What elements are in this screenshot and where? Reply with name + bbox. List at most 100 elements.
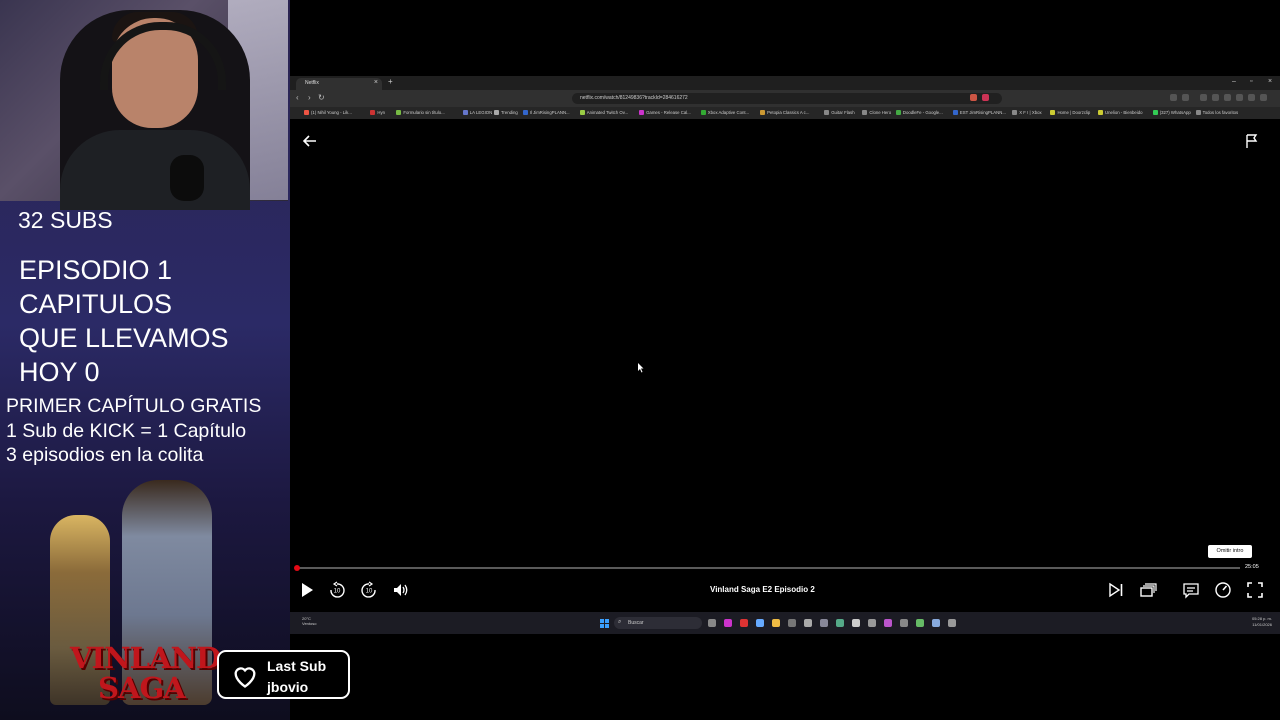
taskbar-app-icon[interactable] [932,619,940,627]
taskbar-app-icon[interactable] [836,619,844,627]
bookmark-favicon-icon [1098,110,1104,116]
svg-text:10: 10 [366,589,373,595]
bookmark-item[interactable]: Trending [493,110,518,116]
playback-speed-icon[interactable] [1214,581,1232,599]
menu-icon[interactable] [1260,94,1267,101]
split-view-icon[interactable] [1212,94,1219,101]
url-field[interactable]: netflix.com/watch/81249836?trackId=28461… [572,93,1002,104]
progress-bar[interactable] [294,565,1240,571]
downloads-icon[interactable] [1200,94,1207,101]
search-icon: ⌕ [618,619,622,625]
bookmark-item[interactable]: Todos los favoritos [1195,110,1238,116]
bookmark-favicon-icon [700,110,706,116]
taskbar-app-icon[interactable] [884,619,892,627]
bookmark-favicon-icon [1152,110,1158,116]
next-episode-icon[interactable] [1107,581,1125,599]
netflix-player[interactable]: Omitir intro 25:05 10 10 Vinland Saga E2… [290,119,1280,612]
bookmark-item[interactable]: (327) WhatsApp [1152,110,1191,116]
fullscreen-icon[interactable] [1246,581,1264,599]
bookmark-item[interactable]: DoodleFe - Google... [895,110,943,116]
bookmark-favicon-icon [370,110,376,116]
subtitles-icon[interactable] [1182,581,1200,599]
bookmark-item[interactable]: X F I | Xbox [1012,110,1042,116]
taskbar-app-icon[interactable] [900,619,908,627]
report-flag-icon[interactable] [1244,133,1260,149]
collections-icon[interactable] [1236,94,1243,101]
taskbar-app-icon[interactable] [868,619,876,627]
bookmark-item[interactable]: Hyn [370,110,385,116]
bookmark-item[interactable]: Clone Hero [862,110,891,116]
back-arrow-icon[interactable] [302,133,318,149]
close-tab-icon[interactable]: × [374,79,378,86]
extension-icon[interactable] [1170,94,1177,101]
file-explorer-icon[interactable] [772,619,780,627]
webcam-feed [0,0,288,210]
extension-icon[interactable] [1182,94,1189,101]
bookmark-favicon-icon [824,110,830,116]
favorites-icon[interactable] [1224,94,1231,101]
bookmark-item[interactable]: Il JimRisingPLANN... [522,110,570,116]
forward-nav-icon[interactable]: › [308,93,311,102]
tab-title: Netflix [305,80,319,86]
bookmark-item[interactable]: Home | Doorzclip [1050,110,1090,116]
edge-icon[interactable] [756,619,764,627]
bookmark-item[interactable]: Animated Twitch Ov... [579,110,628,116]
taskbar-app-icon[interactable] [804,619,812,627]
obs-icon[interactable] [852,619,860,627]
windows-start-icon[interactable] [600,619,609,628]
address-bar-row: ‹ › ↻ netflix.com/watch/81249836?trackId… [290,90,1280,107]
maximize-button[interactable]: ▫ [1250,78,1252,85]
bookmark-item[interactable]: Xbox Adaptive Cont... [700,110,749,116]
taskbar-app-icon[interactable] [788,619,796,627]
extension-icon[interactable] [982,94,989,101]
bookmark-favicon-icon [396,110,402,116]
minimize-button[interactable]: – [1232,78,1236,85]
bookmark-item[interactable]: (1) Nihil Young - Lik... [304,110,352,116]
vinland-saga-logo: VINLAND SAGA [70,641,221,705]
bookmark-item[interactable]: Petopia Classics A c... [760,110,809,116]
system-clock[interactable]: 05:28 p. m. 11/01/2026 [1252,616,1272,628]
tab-netflix[interactable]: Netflix × [296,78,382,90]
bookmark-item[interactable]: Guitar Flash [824,110,855,116]
skip-intro-button[interactable]: Omitir intro [1208,545,1252,558]
volume-icon[interactable] [392,581,410,599]
bookmark-item[interactable]: Formulario sin título... [396,110,445,116]
bookmark-favicon-icon [1195,110,1201,116]
weather-widget[interactable]: 20°C Ventoso [302,616,316,626]
brave-icon[interactable] [740,619,748,627]
last-sub-name: jbovio [267,679,309,695]
extension-icon[interactable] [970,94,977,101]
bookmark-favicon-icon [639,110,645,116]
rewind-10-icon[interactable]: 10 [328,581,346,599]
task-view-icon[interactable] [708,619,716,627]
new-tab-button[interactable]: + [388,77,393,86]
bookmark-favicon-icon [522,110,528,116]
taskbar-app-icon[interactable] [820,619,828,627]
taskbar-app-icon[interactable] [916,619,924,627]
tab-bar: Netflix × + – ▫ × [290,76,1280,90]
episode-line: HOY 0 [19,357,100,387]
taskbar-search[interactable]: ⌕ Buscar [614,617,702,629]
bookmark-item[interactable]: LA LEGION [462,110,492,116]
back-nav-icon[interactable]: ‹ [296,93,299,102]
bookmark-favicon-icon [493,110,499,116]
progress-scrubber[interactable] [294,565,300,571]
bookmarks-bar: (1) Nihil Young - Lik... Hyn Formulario si… [290,107,1280,119]
play-icon[interactable] [298,581,316,599]
close-window-button[interactable]: × [1268,78,1272,85]
taskbar-app-icon[interactable] [948,619,956,627]
bookmark-favicon-icon [462,110,468,116]
taskbar-app-icon[interactable] [724,619,732,627]
profile-icon[interactable] [1248,94,1255,101]
episodes-list-icon[interactable] [1139,581,1157,599]
bookmark-item[interactable]: Games - Release Cal... [639,110,691,116]
forward-10-icon[interactable]: 10 [360,581,378,599]
bookmark-item[interactable]: EST JimRisingPLANN... [952,110,1006,116]
svg-text:10: 10 [334,589,341,595]
bookmark-item[interactable]: Unelion - Bienbeido [1098,110,1143,116]
last-sub-label: Last Sub [267,658,327,674]
bookmark-favicon-icon [760,110,766,116]
reload-icon[interactable]: ↻ [318,93,325,102]
windows-taskbar: 20°C Ventoso ⌕ Buscar 05:28 p. m. 11/01/… [290,612,1280,634]
stream-overlay: 32 SUBS EPISODIO 1 CAPITULOS QUE LLEVAMO… [0,0,290,720]
